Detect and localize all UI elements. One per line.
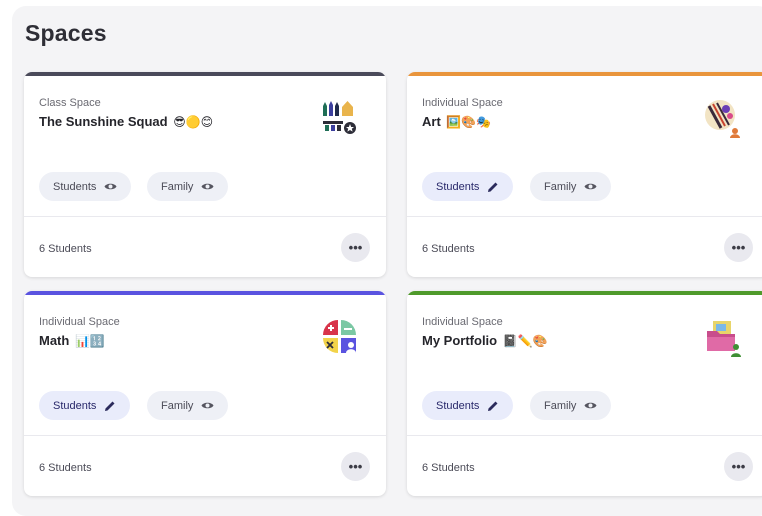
family-visibility-button[interactable]: Family bbox=[530, 172, 612, 201]
family-label: Family bbox=[544, 180, 577, 193]
portfolio-folder-icon bbox=[707, 321, 741, 357]
class-supplies-icon bbox=[323, 101, 356, 134]
family-label: Family bbox=[161, 180, 194, 193]
more-options-button[interactable]: ••• bbox=[341, 233, 370, 262]
more-options-button[interactable]: ••• bbox=[724, 452, 753, 481]
student-count: 6 Students bbox=[422, 462, 475, 474]
space-name-emoji: 😎🟡😊 bbox=[173, 115, 214, 129]
more-options-button[interactable]: ••• bbox=[724, 233, 753, 262]
students-label: Students bbox=[436, 399, 480, 412]
pencil-icon bbox=[488, 401, 498, 411]
card-accent-bar bbox=[407, 291, 762, 295]
student-count: 6 Students bbox=[422, 243, 475, 255]
space-name-text: Art bbox=[422, 114, 441, 129]
spaces-panel: Spaces Class Space The Sunshine Squad 😎🟡… bbox=[12, 6, 762, 516]
eye-icon bbox=[201, 183, 214, 190]
family-visibility-button[interactable]: Family bbox=[530, 391, 612, 420]
eye-icon bbox=[584, 183, 597, 190]
page-title: Spaces bbox=[25, 20, 107, 46]
space-name-text: My Portfolio bbox=[422, 333, 498, 348]
pencil-icon bbox=[488, 182, 498, 192]
student-count: 6 Students bbox=[39, 243, 92, 255]
art-palette-icon bbox=[705, 100, 740, 138]
space-name-emoji: 📓✏️🎨 bbox=[502, 334, 548, 348]
students-edit-button[interactable]: Students bbox=[39, 391, 131, 420]
space-name[interactable]: Art 🖼️🎨🎭 bbox=[422, 114, 491, 129]
students-label: Students bbox=[53, 399, 97, 412]
students-label: Students bbox=[436, 180, 480, 193]
space-type: Individual Space bbox=[422, 97, 503, 109]
eye-icon bbox=[104, 183, 117, 190]
space-type: Individual Space bbox=[422, 316, 503, 328]
space-card-art[interactable]: Individual Space Art 🖼️🎨🎭 Students Famil… bbox=[407, 72, 762, 277]
card-divider bbox=[407, 216, 762, 217]
space-type: Individual Space bbox=[39, 316, 120, 328]
family-visibility-button[interactable]: Family bbox=[147, 391, 229, 420]
math-symbols-icon bbox=[323, 320, 356, 353]
eye-icon bbox=[201, 402, 214, 409]
card-divider bbox=[407, 435, 762, 436]
family-label: Family bbox=[161, 399, 194, 412]
student-count: 6 Students bbox=[39, 462, 92, 474]
eye-icon bbox=[584, 402, 597, 409]
space-card-my-portfolio[interactable]: Individual Space My Portfolio 📓✏️🎨 Stude… bbox=[407, 291, 762, 496]
card-divider bbox=[24, 435, 386, 436]
space-name[interactable]: Math 📊🔢 bbox=[39, 333, 105, 348]
students-edit-button[interactable]: Students bbox=[422, 391, 514, 420]
pencil-icon bbox=[105, 401, 115, 411]
space-type: Class Space bbox=[39, 97, 101, 109]
space-name-emoji: 📊🔢 bbox=[74, 334, 105, 348]
family-label: Family bbox=[544, 399, 577, 412]
space-card-math[interactable]: Individual Space Math 📊🔢 Students Family bbox=[24, 291, 386, 496]
space-name-emoji: 🖼️🎨🎭 bbox=[446, 115, 492, 129]
family-visibility-button[interactable]: Family bbox=[147, 172, 229, 201]
students-visibility-button[interactable]: Students bbox=[39, 172, 132, 201]
card-accent-bar bbox=[24, 72, 386, 76]
space-name-text: The Sunshine Squad bbox=[39, 114, 168, 129]
space-name-text: Math bbox=[39, 333, 70, 348]
card-divider bbox=[24, 216, 386, 217]
students-edit-button[interactable]: Students bbox=[422, 172, 514, 201]
more-options-button[interactable]: ••• bbox=[341, 452, 370, 481]
card-accent-bar bbox=[24, 291, 386, 295]
space-name[interactable]: My Portfolio 📓✏️🎨 bbox=[422, 333, 548, 348]
students-label: Students bbox=[53, 180, 97, 193]
space-card-sunshine-squad[interactable]: Class Space The Sunshine Squad 😎🟡😊 Stude… bbox=[24, 72, 386, 277]
space-name[interactable]: The Sunshine Squad 😎🟡😊 bbox=[39, 114, 213, 129]
card-accent-bar bbox=[407, 72, 762, 76]
